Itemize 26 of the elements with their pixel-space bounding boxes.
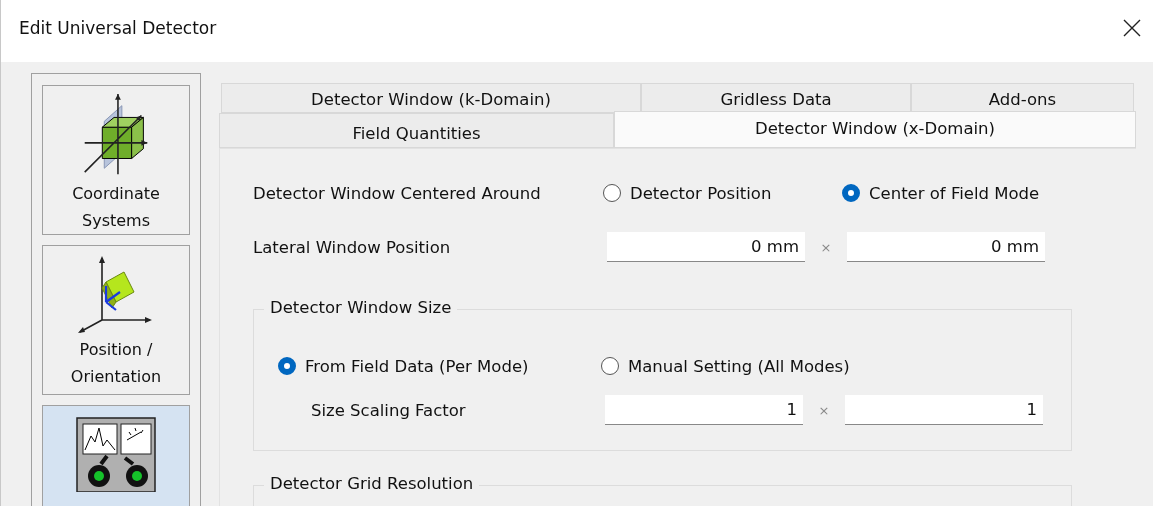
input-field[interactable]: 1 [605, 395, 803, 425]
times-sign: × [819, 239, 833, 255]
field-label: Lateral Window Position [253, 237, 452, 257]
field-label: Detector Window Centered Around [253, 183, 542, 203]
radio-button[interactable] [842, 184, 860, 202]
tab[interactable]: Add-ons [911, 83, 1134, 113]
radio-label[interactable]: Center of Field Mode [869, 183, 1040, 203]
tab[interactable]: Detector Window (x-Domain) [614, 111, 1136, 148]
sidebar-item[interactable]: Position / Orientation [42, 245, 190, 395]
close-icon [1123, 19, 1141, 37]
tab[interactable]: Field Quantities [219, 113, 614, 148]
input-field[interactable]: 1 [845, 395, 1043, 425]
radio-button[interactable] [603, 184, 621, 202]
sidebar-item[interactable]: Coordinate Systems [42, 85, 190, 235]
window-title: Edit Universal Detector [19, 18, 217, 38]
input-field[interactable]: 0 mm [847, 232, 1045, 262]
times-sign: × [817, 402, 831, 418]
field-label: Size Scaling Factor [310, 400, 467, 420]
tab[interactable]: Detector Window (k-Domain) [221, 83, 641, 113]
radio-label[interactable]: Detector Position [630, 183, 772, 203]
radio-button[interactable] [278, 357, 296, 375]
radio-label[interactable]: From Field Data (Per Mode) [305, 356, 529, 376]
input-field[interactable]: 0 mm [607, 232, 805, 262]
radio-label[interactable]: Manual Setting (All Modes) [628, 356, 850, 376]
radio-button[interactable] [601, 357, 619, 375]
tab[interactable]: Gridless Data [641, 83, 911, 113]
